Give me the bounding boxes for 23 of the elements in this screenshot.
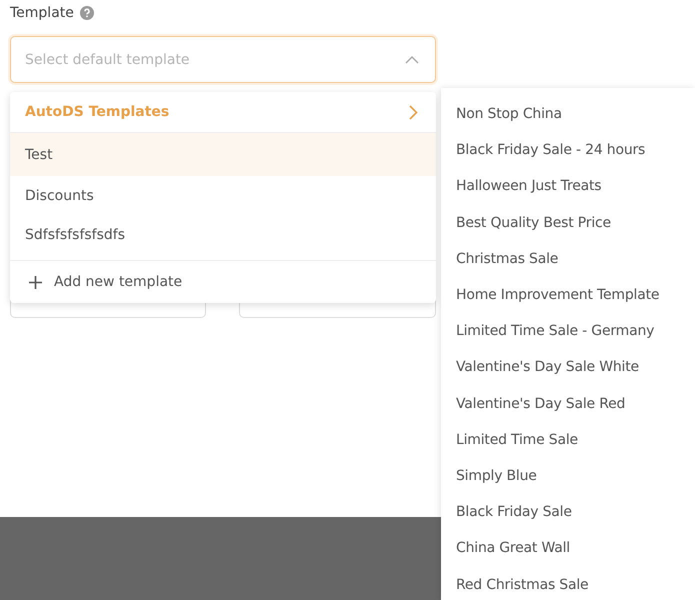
menu-item[interactable]: Valentine's Day Sale Red (441, 386, 695, 422)
menu-item[interactable]: Simply Blue (441, 458, 695, 494)
menu-item[interactable]: Test (10, 133, 436, 176)
menu-item[interactable]: Red Christmas Sale (441, 566, 695, 600)
menu-item[interactable]: Black Friday Sale (441, 494, 695, 530)
menu-item[interactable]: Christmas Sale (441, 240, 695, 277)
menu-item[interactable]: Discounts (10, 176, 436, 215)
caret-icon (405, 56, 419, 64)
menu-item[interactable]: Limited Time Sale - Germany (441, 313, 695, 350)
menu-item[interactable]: Home Improvement Template (441, 276, 695, 314)
plus-icon (29, 276, 42, 288)
menu-item[interactable]: Black Friday Sale - 24 hours (441, 132, 695, 168)
menu-item[interactable]: Valentine's Day Sale White (441, 349, 695, 386)
menu-item[interactable]: China Great Wall (441, 530, 695, 566)
menu-item[interactable]: Sdfsfsfsfsfsdfs (10, 215, 436, 254)
menu-item[interactable]: Limited Time Sale (441, 422, 695, 458)
menu-item[interactable]: Non Stop China (441, 96, 695, 132)
menu-item[interactable]: Best Quality Best Price (441, 204, 695, 241)
field-label: Template (10, 5, 74, 21)
add-template-button[interactable]: Add new template (10, 261, 436, 303)
chevron-right-icon (409, 104, 418, 120)
help-icon[interactable] (80, 6, 94, 20)
menu-item[interactable]: Halloween Just Treats (441, 168, 695, 205)
